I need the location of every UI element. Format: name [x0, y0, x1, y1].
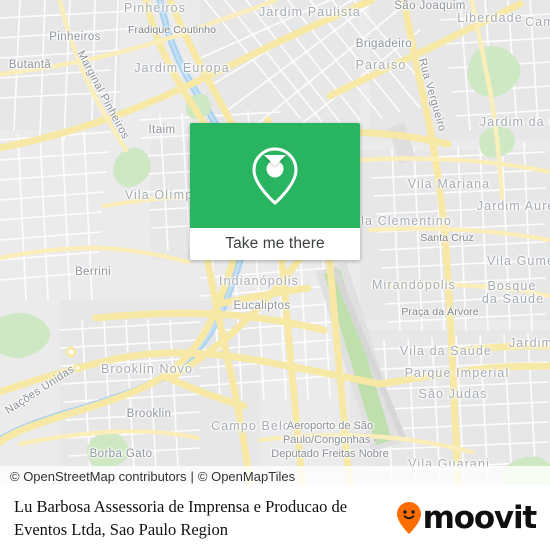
destination-popup-card[interactable]: Take me there — [190, 123, 360, 260]
map-attribution: © OpenStreetMap contributors | © OpenMap… — [0, 466, 550, 487]
map-screenshot: .wt{stroke:#ffffff;fill:none;stroke-line… — [0, 0, 550, 550]
footer-bar: Lu Barbosa Assessoria de Imprensa e Prod… — [0, 485, 550, 550]
popup-card-image — [190, 123, 360, 228]
attribution-osm[interactable]: © OpenStreetMap contributors — [10, 469, 187, 484]
moovit-wordmark: moovit — [422, 499, 538, 536]
moovit-logo[interactable]: moovit — [396, 499, 538, 536]
popup-card-pointer — [264, 155, 286, 166]
location-pin-icon — [252, 146, 298, 205]
take-me-there-label: Take me there — [225, 235, 325, 252]
place-title: Lu Barbosa Assessoria de Imprensa e Prod… — [14, 496, 348, 539]
popup-card-action[interactable]: Take me there — [190, 228, 360, 260]
attribution-separator: | — [190, 469, 194, 484]
attribution-tiles[interactable]: © OpenMapTiles — [198, 469, 295, 484]
moovit-pin-smile-icon — [396, 501, 421, 534]
